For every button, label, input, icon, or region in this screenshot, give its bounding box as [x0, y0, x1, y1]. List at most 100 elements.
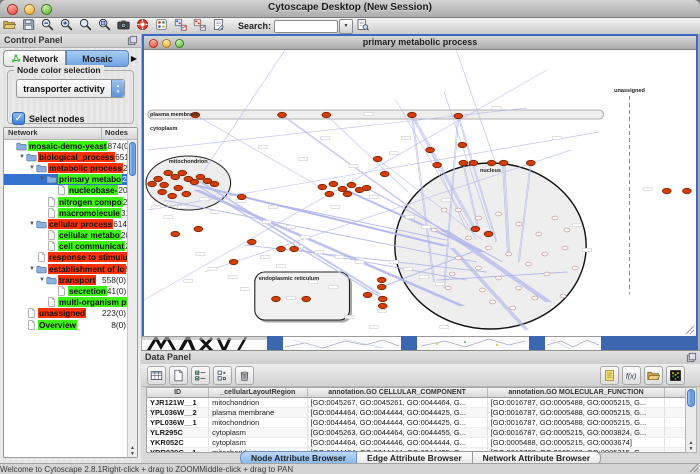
network-node-small[interactable]	[490, 300, 496, 304]
tree-item-nucleobase-[interactable]: nucleobase-209(0)	[4, 185, 128, 196]
table-cell[interactable]: mitochondrion	[209, 398, 307, 408]
table-row[interactable]: YLR295Ccytoplasm[GO:0045263, GO:0044464,…	[147, 428, 686, 438]
network-node-highlighted[interactable]	[363, 292, 372, 297]
network-node-small[interactable]	[552, 216, 558, 220]
network-node-highlighted[interactable]	[277, 246, 286, 251]
network-node-small[interactable]	[449, 272, 455, 276]
network-node-small[interactable]	[544, 272, 550, 276]
tab-overflow-arrow-icon[interactable]: ▶	[129, 54, 139, 63]
column-header[interactable]: annotation.GO CELLULAR_COMPONENT	[307, 388, 487, 398]
network-node-highlighted[interactable]	[378, 296, 387, 301]
tree-scrollbar[interactable]: ▲▼	[127, 140, 137, 457]
table-cell[interactable]: YPL036W__2	[147, 408, 209, 418]
delete-attribute-icon[interactable]	[235, 366, 254, 385]
tree-item-establishment-of-lo[interactable]: ▼establishment of lo558(0)	[4, 263, 128, 274]
network-node-highlighted[interactable]	[469, 160, 478, 165]
tree-item-transport[interactable]: ▼transport558(0)	[4, 274, 128, 285]
network-node-highlighted[interactable]	[229, 259, 238, 264]
network-node-small[interactable]	[536, 232, 542, 236]
network-node-highlighted[interactable]	[160, 182, 169, 187]
background-window-overview[interactable]	[142, 336, 267, 351]
matrix-icon[interactable]	[666, 366, 685, 385]
tree-item-biological-process[interactable]: ▼biological_process651(0)	[4, 151, 128, 162]
float-panel-icon[interactable]	[686, 352, 697, 363]
network-node-small[interactable]	[506, 252, 512, 256]
table-cell[interactable]	[665, 438, 686, 448]
network-node-highlighted[interactable]	[194, 226, 203, 231]
network-node-highlighted[interactable]	[329, 181, 338, 186]
network-node-highlighted[interactable]	[302, 296, 311, 301]
tree-item-primary-metabo[interactable]: ▼primary metabo209(...	[4, 174, 128, 185]
table-cell[interactable]	[665, 418, 686, 428]
network-node-highlighted[interactable]	[164, 170, 173, 175]
table-cell[interactable]: YLR295C	[147, 428, 209, 438]
column-header[interactable]	[665, 388, 686, 398]
background-window-titlebar[interactable]	[601, 336, 698, 350]
zoom-fit-icon[interactable]	[78, 17, 93, 32]
zoom-out-icon[interactable]	[40, 17, 55, 32]
background-window-network-3[interactable]	[545, 336, 601, 351]
network-node-small[interactable]	[485, 246, 491, 250]
network-node-small[interactable]	[572, 266, 578, 270]
vizmapper-icon[interactable]	[154, 17, 169, 32]
network-node-highlighted[interactable]	[454, 113, 463, 118]
network-node-small[interactable]	[496, 276, 502, 280]
network-node-highlighted[interactable]	[487, 160, 496, 165]
notes-icon[interactable]	[600, 366, 619, 385]
table-cell[interactable]: cytoplasm	[209, 438, 307, 448]
layout-a-icon[interactable]	[173, 17, 188, 32]
zoom-selected-icon[interactable]	[97, 17, 112, 32]
table-row[interactable]: YJR121W__1mitochondrion[GO:0045267, GO:0…	[147, 398, 686, 408]
tree-expander-icon[interactable]: ▼	[38, 277, 46, 283]
network-node-highlighted[interactable]	[378, 303, 387, 308]
table-cell[interactable]: [GO:0016787, GO:0005215, GO:0003824, G..…	[487, 428, 665, 438]
table-cell[interactable]: [GO:0016787, GO:0005488, GO:0005215, G..…	[487, 398, 665, 408]
table-scrollbar-thumb[interactable]	[687, 389, 695, 407]
network-node-highlighted[interactable]	[343, 191, 352, 196]
unselect-attributes-icon[interactable]	[213, 366, 232, 385]
select-attributes-icon[interactable]	[191, 366, 210, 385]
network-node-small[interactable]	[475, 216, 481, 220]
network-node-highlighted[interactable]	[338, 186, 347, 191]
tree-expander-icon[interactable]: ▼	[38, 176, 46, 182]
network-node-small[interactable]	[445, 286, 451, 290]
tree-item-overview[interactable]: Overview8(0)	[4, 319, 128, 330]
network-node-highlighted[interactable]	[377, 284, 386, 289]
network-node-highlighted[interactable]	[377, 277, 386, 282]
network-node-highlighted[interactable]	[325, 191, 334, 196]
window-resize-grip[interactable]	[689, 463, 699, 473]
table-cell[interactable]: cytoplasm	[209, 428, 307, 438]
table-cell[interactable]: [GO:0044464, GO:0044444, GO:0044425, G..…	[307, 408, 487, 418]
tree-expander-icon[interactable]: ▼	[28, 266, 36, 272]
network-node-small[interactable]	[542, 252, 548, 256]
table-cell[interactable]: YJR121W__1	[147, 398, 209, 408]
tree-item-multi-organism-pro[interactable]: multi-organism pro42(0)	[4, 297, 128, 308]
network-node-highlighted[interactable]	[362, 185, 371, 190]
network-node-small[interactable]	[465, 236, 471, 240]
tree-expander-icon[interactable]: ▼	[18, 154, 26, 160]
network-node-highlighted[interactable]	[433, 162, 442, 167]
save-icon[interactable]	[21, 17, 36, 32]
table-cell[interactable]	[665, 398, 686, 408]
table-cell[interactable]	[665, 428, 686, 438]
network-node-highlighted[interactable]	[174, 185, 183, 190]
network-node-highlighted[interactable]	[182, 191, 191, 196]
tree-expander-icon[interactable]: ▼	[28, 221, 36, 227]
network-node-small[interactable]	[455, 208, 461, 212]
tree-expander-icon[interactable]: ▼	[28, 165, 36, 171]
network-node-highlighted[interactable]	[459, 160, 468, 165]
network-node-highlighted[interactable]	[196, 174, 205, 179]
table-scrollbar[interactable]: ▲▼	[685, 387, 697, 453]
network-node-highlighted[interactable]	[190, 179, 199, 184]
table-cell[interactable]: [GO:0044464, GO:0044446, GO:0044444, G..…	[307, 438, 487, 448]
background-window-edge[interactable]	[267, 336, 283, 350]
import-attributes-icon[interactable]	[644, 366, 663, 385]
tree-item-mosaic-demo-yeast[interactable]: mosaic-demo-yeast874(0)	[4, 140, 128, 151]
network-node-highlighted[interactable]	[154, 176, 163, 181]
open-icon[interactable]	[2, 17, 17, 32]
zoom-in-icon[interactable]	[59, 17, 74, 32]
network-node-highlighted[interactable]	[178, 170, 187, 175]
network-node-small[interactable]	[564, 228, 570, 232]
column-header[interactable]: ID	[147, 388, 209, 398]
create-attribute-icon[interactable]	[169, 366, 188, 385]
